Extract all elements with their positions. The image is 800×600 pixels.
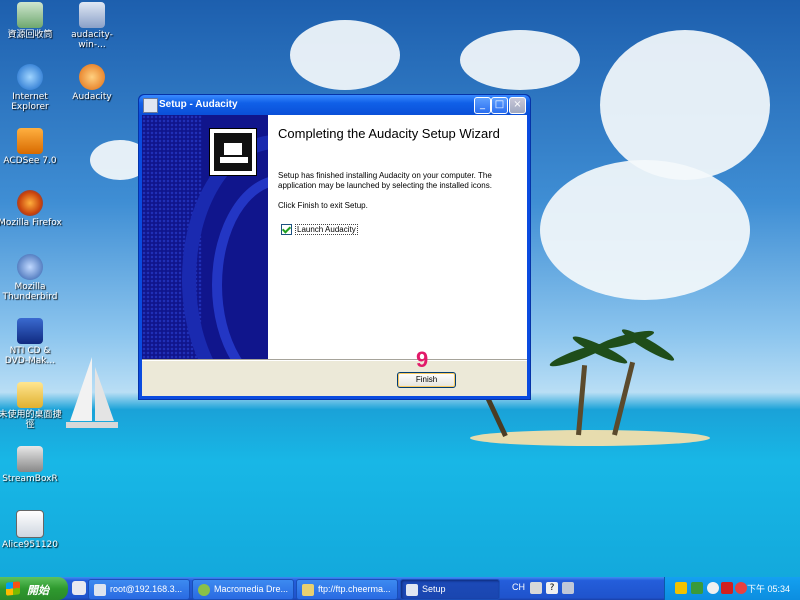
- security-shield-icon[interactable]: [675, 582, 687, 594]
- wizard-content: Completing the Audacity Setup Wizard Set…: [268, 115, 527, 359]
- close-button[interactable]: ×: [509, 97, 526, 114]
- document-icon: [16, 510, 44, 538]
- start-label: 開始: [27, 585, 49, 597]
- desktop-icon-label: 資源回收筒: [7, 30, 53, 40]
- desktop-icon-audacity[interactable]: Audacity: [60, 64, 124, 102]
- terminal-icon: [94, 583, 106, 596]
- sailboat: [66, 357, 118, 428]
- desktop-icon-thunderbird[interactable]: Mozilla Thunderbird: [0, 254, 62, 302]
- setup-icon: [406, 583, 418, 596]
- button-separator: [142, 359, 527, 361]
- installer-icon: [79, 2, 105, 28]
- desktop-icon-label: Mozilla Thunderbird: [2, 282, 58, 302]
- desktop-icon-audacity-installer[interactable]: audacity-win-...: [60, 2, 124, 50]
- recycle-bin-icon: [17, 2, 43, 28]
- window-client: Completing the Audacity Setup Wizard Set…: [142, 115, 527, 396]
- wizard-heading: Completing the Audacity Setup Wizard: [278, 126, 500, 141]
- window-titlebar[interactable]: Setup - Audacity _ □ ×: [139, 95, 530, 115]
- language-indicator[interactable]: CH: [512, 582, 525, 592]
- taskbar-item-label: root@192.168.3...: [110, 584, 183, 594]
- minimize-button[interactable]: _: [474, 97, 491, 114]
- setup-icon: [143, 98, 158, 113]
- desktop-icon-internet-explorer[interactable]: Internet Explorer: [0, 64, 62, 112]
- taskbar-item[interactable]: ftp://ftp.cheerma...: [296, 579, 398, 600]
- launch-checkbox[interactable]: [281, 224, 292, 235]
- desktop-icon-label: NTI CD & DVD-Mak...: [4, 346, 56, 366]
- desktop-icon-streamboxr[interactable]: StreamBoxR: [0, 446, 62, 484]
- desktop-icon-label: Audacity: [72, 92, 112, 102]
- taskbar-item[interactable]: root@192.168.3...: [88, 579, 190, 600]
- network-icon[interactable]: [691, 582, 703, 594]
- launch-checkbox-row[interactable]: Launch Audacity: [281, 224, 358, 235]
- desktop-icon-recycle-bin[interactable]: 資源回收筒: [0, 2, 62, 40]
- taskbar-item-label: Setup: [422, 584, 446, 594]
- palm-tree: [612, 361, 636, 436]
- windows-flag-icon: [6, 581, 20, 596]
- internet-explorer-icon: [17, 64, 43, 90]
- audacity-icon: [79, 64, 105, 90]
- start-button[interactable]: 開始: [0, 577, 68, 600]
- cloud: [290, 20, 400, 90]
- desktop-icon-label: Internet Explorer: [11, 92, 49, 112]
- desktop-icon-unused-shortcuts[interactable]: 未使用的桌面捷徑: [0, 382, 62, 430]
- messenger-icon[interactable]: [707, 582, 719, 594]
- thunderbird-icon: [17, 254, 43, 280]
- desktop-icon-label: Alice951120: [2, 540, 58, 550]
- finish-button[interactable]: Finish: [397, 372, 456, 388]
- folder-icon: [17, 382, 43, 408]
- desktop-icon-nti-cd-maker[interactable]: NTI CD & DVD-Mak...: [0, 318, 62, 366]
- dreamweaver-icon: [198, 583, 210, 596]
- taskbar-item[interactable]: Macromedia Dre...: [192, 579, 294, 600]
- desktop-icon-label: audacity-win-...: [71, 30, 113, 50]
- launch-checkbox-label[interactable]: Launch Audacity: [295, 224, 358, 235]
- streambox-icon: [17, 446, 43, 472]
- wizard-instruction: Click Finish to exit Setup.: [278, 201, 368, 210]
- taskbar-item-active[interactable]: Setup: [400, 579, 500, 600]
- logo-background: [214, 133, 252, 171]
- installer-logo-icon: [209, 128, 257, 176]
- taskbar-item-label: ftp://ftp.cheerma...: [318, 584, 391, 594]
- wizard-banner: [142, 115, 268, 359]
- taskbar: 開始 root@192.168.3... Macromedia Dre... f…: [0, 577, 800, 600]
- setup-window: Setup - Audacity _ □ × Completing the Au…: [138, 94, 531, 400]
- desktop-icon-firefox[interactable]: Mozilla Firefox: [0, 190, 62, 228]
- step-marker: 9: [416, 347, 429, 372]
- firefox-icon: [17, 190, 43, 216]
- window-title: Setup - Audacity: [159, 99, 238, 110]
- maximize-button[interactable]: □: [491, 97, 508, 114]
- ftp-folder-icon: [302, 583, 314, 596]
- desktop-icon-acdsee[interactable]: ACDSee 7.0: [0, 128, 62, 166]
- desktop-icon-label: ACDSee 7.0: [3, 156, 57, 166]
- antivirus-icon[interactable]: [721, 582, 733, 594]
- acdsee-icon: [17, 128, 43, 154]
- cloud: [600, 30, 770, 180]
- palm-tree: [576, 365, 588, 436]
- help-icon[interactable]: ?: [546, 582, 558, 594]
- alert-icon[interactable]: [735, 582, 747, 594]
- desktop-icon-label: Mozilla Firefox: [0, 218, 62, 228]
- desktop-icon-label: StreamBoxR: [2, 474, 58, 484]
- cloud: [460, 30, 580, 90]
- desktop-icon-alice[interactable]: Alice951120: [0, 510, 62, 550]
- desktop-icon-label: 未使用的桌面捷徑: [0, 410, 62, 430]
- keyboard-icon[interactable]: [530, 582, 542, 594]
- clock[interactable]: 下午 05:34: [747, 582, 790, 595]
- quick-launch-icon[interactable]: [72, 581, 86, 595]
- wizard-description: Setup has finished installing Audacity o…: [278, 171, 492, 190]
- options-icon[interactable]: [562, 582, 574, 594]
- nti-icon: [17, 318, 43, 344]
- computer-icon: [224, 143, 242, 155]
- taskbar-item-label: Macromedia Dre...: [214, 584, 289, 594]
- cloud: [540, 160, 750, 300]
- computer-base: [220, 157, 248, 163]
